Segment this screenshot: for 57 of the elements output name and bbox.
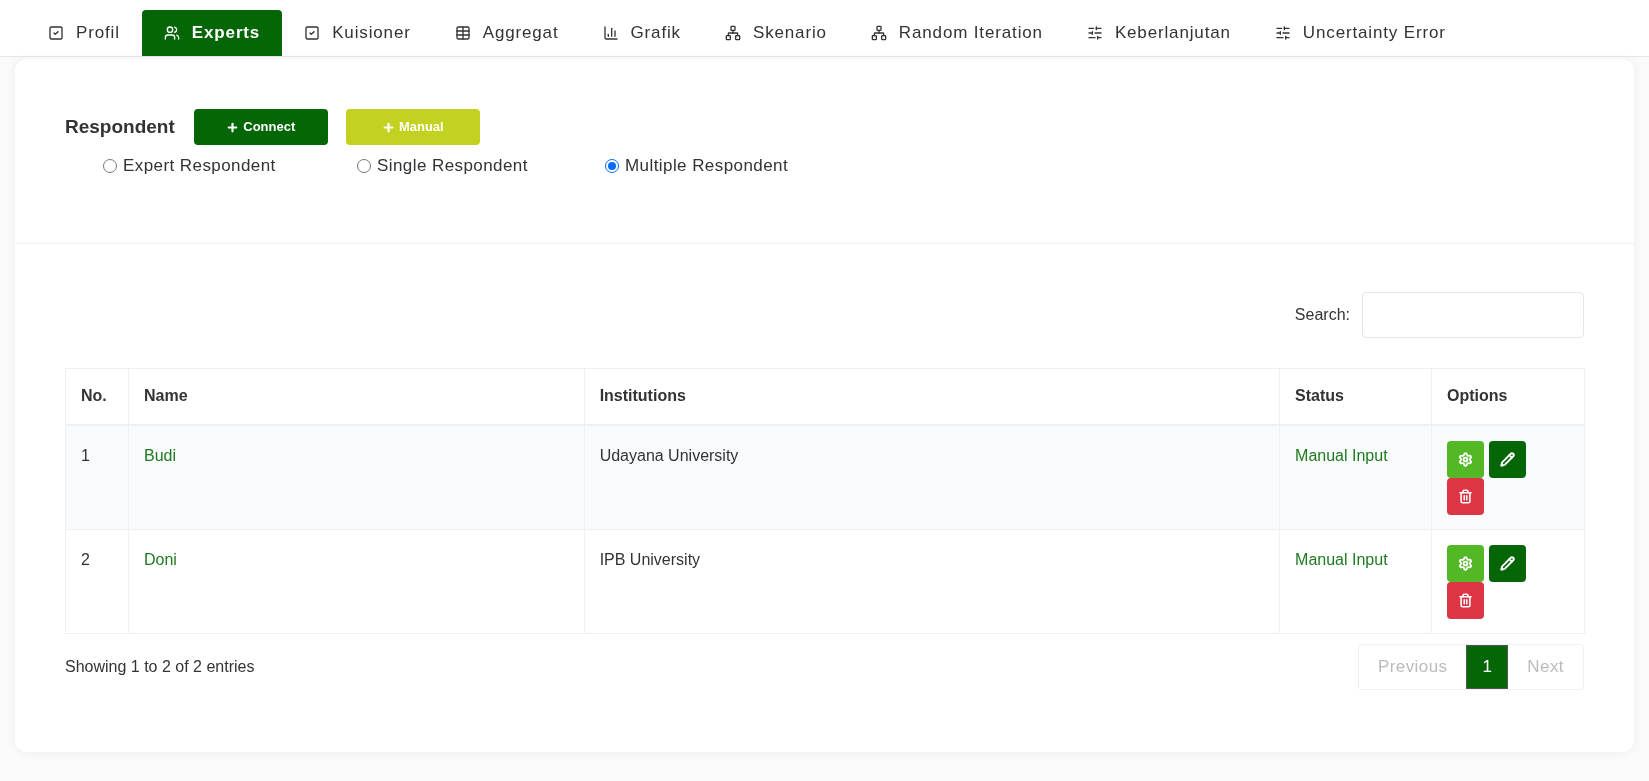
- entries-info: Showing 1 to 2 of 2 entries: [65, 656, 255, 677]
- trash-icon: [1458, 488, 1473, 504]
- bar-chart-icon: [602, 25, 619, 41]
- settings-button[interactable]: [1447, 544, 1484, 582]
- settings-icon: [1458, 451, 1473, 467]
- tab[interactable]: Keberlanjutan: [1064, 10, 1253, 56]
- sliders-icon: [1086, 25, 1103, 41]
- pencil-icon: [1500, 451, 1515, 467]
- radio-option[interactable]: Single Respondent: [357, 153, 605, 179]
- settings-button[interactable]: [1447, 440, 1484, 478]
- edit-button[interactable]: [1489, 544, 1526, 582]
- search-label: Search:: [1294, 305, 1350, 325]
- radio-button[interactable]: [605, 158, 619, 173]
- plus-icon: [226, 120, 240, 134]
- tab[interactable]: Profil: [26, 10, 142, 56]
- users-icon: [163, 25, 180, 41]
- table-cell: Udayana University: [584, 424, 1280, 529]
- column-header: Status: [1279, 368, 1432, 425]
- pagination-button[interactable]: 1: [1466, 644, 1509, 689]
- column-header: Name: [128, 368, 585, 425]
- tab[interactable]: Grafik: [580, 10, 703, 56]
- radio-option[interactable]: Multiple Respondent: [605, 153, 853, 179]
- settings-icon: [1458, 555, 1473, 571]
- table-cell: 1: [65, 424, 129, 529]
- tab[interactable]: Experts: [141, 10, 283, 56]
- name-link[interactable]: Budi: [128, 424, 585, 529]
- column-header: Institutions: [584, 368, 1280, 425]
- plus-icon: [381, 120, 395, 134]
- tab[interactable]: Random Iteration: [848, 10, 1065, 56]
- checkbox-icon: [304, 25, 321, 41]
- hierarchy-icon: [870, 25, 887, 41]
- tab[interactable]: Kuisioner: [282, 10, 433, 56]
- tab[interactable]: Skenario: [702, 10, 849, 56]
- delete-button[interactable]: [1447, 581, 1484, 619]
- radio-button[interactable]: [357, 158, 371, 173]
- table-cell: IPB University: [584, 529, 1280, 633]
- tab[interactable]: Uncertainty Error: [1252, 10, 1468, 56]
- radio-button[interactable]: [103, 158, 117, 173]
- trash-icon: [1458, 592, 1473, 608]
- section-title: Respondent: [65, 114, 175, 139]
- hierarchy-icon: [724, 25, 741, 41]
- status-text: Manual Input: [1279, 529, 1432, 633]
- edit-button[interactable]: [1489, 440, 1526, 478]
- checkbox-icon: [48, 25, 64, 41]
- pencil-icon: [1500, 555, 1515, 571]
- delete-button[interactable]: [1447, 477, 1484, 515]
- connect-button[interactable]: Connect: [193, 109, 328, 145]
- table-icon: [454, 25, 471, 41]
- table-cell: 2: [65, 529, 129, 633]
- status-text: Manual Input: [1279, 424, 1432, 529]
- tab[interactable]: Aggregat: [432, 10, 581, 56]
- sliders-icon: [1274, 25, 1291, 41]
- name-link[interactable]: Doni: [128, 529, 585, 633]
- column-header: Options: [1431, 368, 1585, 425]
- search-field[interactable]: [1362, 292, 1584, 338]
- column-header: No.: [65, 368, 129, 425]
- radio-option[interactable]: Expert Respondent: [103, 153, 357, 179]
